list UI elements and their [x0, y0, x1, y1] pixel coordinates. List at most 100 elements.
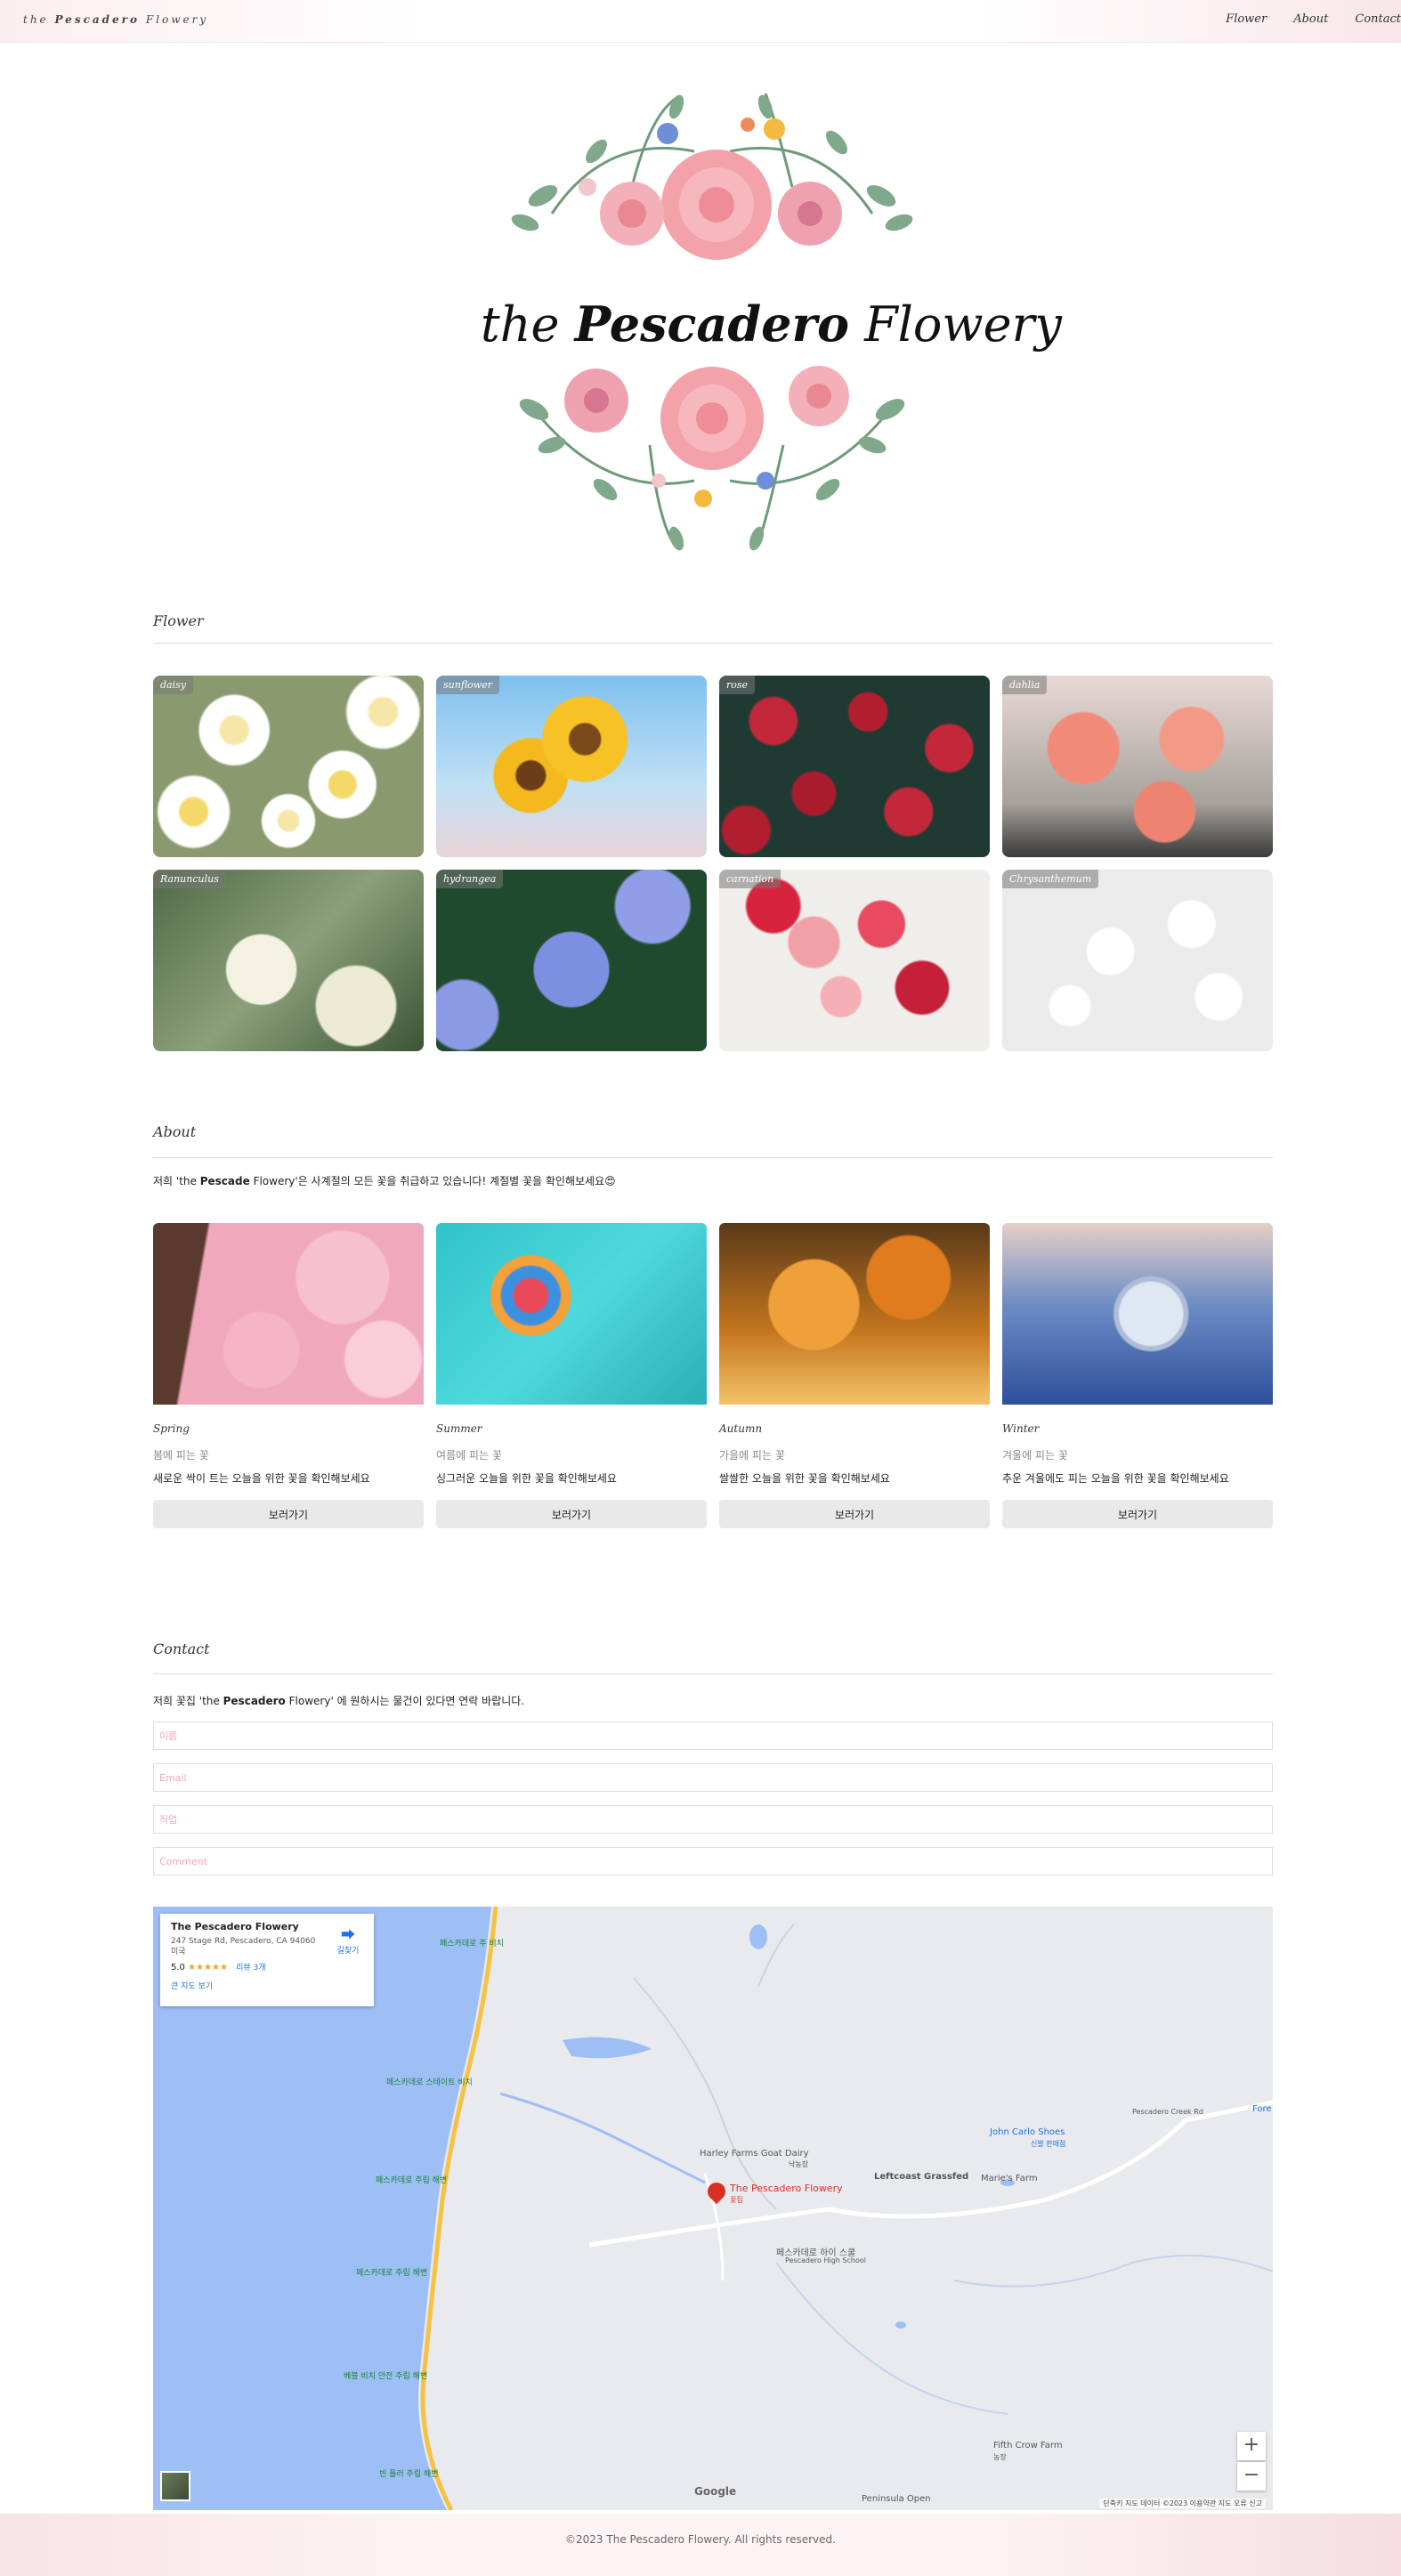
hero: the Pescadero Flowery [481, 80, 1062, 570]
spring-image [153, 1223, 424, 1405]
season-name-summer: Summer [436, 1422, 482, 1435]
season-name-spring: Spring [153, 1422, 190, 1435]
map-label-beach-5[interactable]: 베블 비치 안전 주립 해변 [344, 2369, 427, 2381]
floral-wreath-bottom-image [519, 366, 905, 551]
season-name-autumn: Autumn [719, 1422, 763, 1435]
season-desc-summer: 싱그러운 오늘을 위한 꽃을 확인해보세요 [436, 1472, 617, 1485]
season-desc-winter: 추운 겨울에도 피는 오늘을 위한 꽃을 확인해보세요 [1002, 1472, 1229, 1485]
map-label-maries-farm[interactable]: Marie's Farm [981, 2174, 1038, 2183]
contact-intro-suffix: Flowery' 에 원하시는 물건이 있다면 연락 바랍니다. [288, 1695, 525, 1707]
flower-card-hydrangea[interactable]: hydrangea [436, 870, 707, 1051]
nav-links: Flower About Contact [1226, 12, 1401, 26]
email-input[interactable] [153, 1763, 1273, 1792]
view-spring-button[interactable]: 보러가기 [153, 1500, 424, 1528]
flower-card-sunflower[interactable]: sunflower [436, 676, 707, 857]
hero-title-prefix: the [481, 296, 560, 352]
view-winter-button[interactable]: 보러가기 [1002, 1500, 1273, 1528]
map-label-peninsula[interactable]: Peninsula Open [862, 2494, 931, 2504]
page-footer: ©2023 The Pescadero Flowery. All rights … [0, 2514, 1401, 2576]
hero-title-bold: Pescadero [574, 296, 849, 352]
footer-copyright: ©2023 The Pescadero Flowery. All rights … [565, 2533, 836, 2546]
brand-prefix: the [23, 13, 49, 26]
map-label-beach-3[interactable]: 페스카데로 주립 해변 [376, 2174, 447, 2185]
job-input[interactable] [153, 1805, 1273, 1834]
directions-icon: ⮕ [340, 1926, 355, 1943]
flower-card-chrysanthemum[interactable]: Chrysanthemum [1002, 870, 1273, 1051]
map-satellite-toggle[interactable] [160, 2471, 190, 2501]
flower-card-label: hydrangea [436, 870, 504, 888]
season-desc-autumn: 쌀쌀한 오늘을 위한 꽃을 확인해보세요 [719, 1472, 890, 1485]
map-label-flowery-sub: 꽃집 [730, 2196, 743, 2204]
map-larger-map-link[interactable]: 큰 지도 보기 [171, 1980, 363, 1991]
map-label-goat-dairy[interactable]: Harley Farms Goat Dairy [700, 2149, 809, 2159]
nav-link-flower[interactable]: Flower [1226, 12, 1267, 26]
zoom-out-button[interactable]: − [1237, 2462, 1266, 2491]
season-sub-summer: 여름에 피는 꽃 [436, 1449, 502, 1462]
contact-section-divider [153, 1673, 1273, 1674]
brand-suffix: Flowery [145, 13, 209, 26]
about-section-divider [153, 1157, 1273, 1158]
name-input[interactable] [153, 1721, 1273, 1750]
map-label-beach-4[interactable]: 페스카데로 주립 해변 [356, 2266, 427, 2278]
flower-card-carnation[interactable]: carnation [719, 870, 990, 1051]
top-navbar: the Pescadero Flowery Flower About Conta… [0, 0, 1401, 43]
contact-intro: 저희 꽃집 'the Pescadero Flowery' 에 원하시는 물건이… [153, 1693, 524, 1708]
nav-link-contact[interactable]: Contact [1355, 12, 1401, 26]
brand-logo[interactable]: the Pescadero Flowery [23, 13, 208, 26]
map-label-john-carlo-sub: 신발 판매점 [1031, 2140, 1066, 2148]
zoom-in-button[interactable]: + [1237, 2432, 1266, 2460]
map-label-beach-1[interactable]: 페스카데로 주 비치 [440, 1937, 504, 1948]
google-map[interactable]: The Pescadero Flowery 247 Stage Rd, Pesc… [153, 1907, 1273, 2510]
view-autumn-button[interactable]: 보러가기 [719, 1500, 990, 1528]
map-label-forest[interactable]: Fore [1252, 2104, 1272, 2114]
contact-section-title: Contact [153, 1640, 210, 1657]
google-logo: Google [694, 2485, 737, 2498]
flower-card-label: Ranunculus [153, 870, 226, 888]
flower-card-ranunculus[interactable]: Ranunculus [153, 870, 424, 1051]
season-name-winter: Winter [1002, 1422, 1040, 1435]
flower-card-label: Chrysanthemum [1002, 870, 1099, 888]
about-intro-prefix: 저희 'the [153, 1175, 197, 1187]
flower-card-daisy[interactable]: daisy [153, 676, 424, 857]
map-rating-value: 5.0 [171, 1963, 185, 1973]
map-label-leftcoast[interactable]: Leftcoast Grassfed [874, 2172, 968, 2182]
about-intro: 저희 'the Pescade Flowery'은 사계절의 모든 꽃을 취급하… [153, 1173, 616, 1188]
nav-link-about[interactable]: About [1293, 12, 1328, 26]
map-label-beach-2[interactable]: 페스카데로 스테이트 비치 [386, 2076, 473, 2087]
flower-card-label: rose [719, 676, 756, 694]
season-desc-spring: 새로운 싹이 트는 오늘을 위한 꽃을 확인해보세요 [153, 1472, 370, 1485]
map-directions-button[interactable]: ⮕ 길찾기 [335, 1923, 361, 1956]
about-section-title: About [153, 1123, 197, 1140]
flower-card-label: dahlia [1002, 676, 1048, 694]
map-reviews-link[interactable]: 리뷰 3개 [236, 1964, 265, 1973]
season-sub-spring: 봄에 피는 꽃 [153, 1449, 209, 1462]
map-attribution[interactable]: 단축키 지도 데이터 ©2023 이용약관 지도 오류 신고 [1099, 2499, 1266, 2508]
floral-wreath-top-image [511, 93, 913, 260]
map-label-john-carlo[interactable]: John Carlo Shoes [990, 2127, 1065, 2137]
comment-input[interactable] [153, 1847, 1273, 1875]
winter-image [1002, 1223, 1273, 1405]
map-rating: 5.0 ★★★★★ 리뷰 3개 [171, 1961, 363, 1973]
contact-intro-bold: Pescadero [223, 1695, 286, 1707]
map-place-card: The Pescadero Flowery 247 Stage Rd, Pesc… [160, 1914, 374, 2006]
brand-bold: Pescadero [54, 13, 141, 26]
map-label-fifth-crow[interactable]: Fifth Crow Farm [993, 2441, 1063, 2450]
about-intro-suffix: Flowery'은 사계절의 모든 꽃을 취급하고 있습니다! 계절별 꽃을 확… [253, 1175, 616, 1187]
hero-title-suffix: Flowery [864, 296, 1062, 352]
flower-card-rose[interactable]: rose [719, 676, 990, 857]
view-summer-button[interactable]: 보러가기 [436, 1500, 707, 1528]
flower-card-label: carnation [719, 870, 781, 888]
map-directions-label: 길찾기 [336, 1947, 360, 1956]
map-label-creek-rd: Pescadero Creek Rd [1132, 2108, 1203, 2116]
about-intro-bold: Pescade [199, 1175, 250, 1187]
season-sub-winter: 겨울에 피는 꽃 [1002, 1449, 1068, 1462]
hero-title: the Pescadero Flowery [481, 296, 1062, 352]
map-label-beach-6[interactable]: 빈 플러 주립 해변 [379, 2467, 439, 2479]
flower-card-label: daisy [153, 676, 193, 694]
flower-card-dahlia[interactable]: dahlia [1002, 676, 1273, 857]
map-label-high-school-en: Pescadero High School [785, 2256, 866, 2264]
flower-section-divider [153, 643, 1273, 644]
map-label-goat-dairy-sub: 낙농장 [789, 2160, 809, 2168]
map-label-flowery[interactable]: The Pescadero Flowery [730, 2183, 843, 2194]
flower-section-title: Flower [153, 612, 204, 629]
